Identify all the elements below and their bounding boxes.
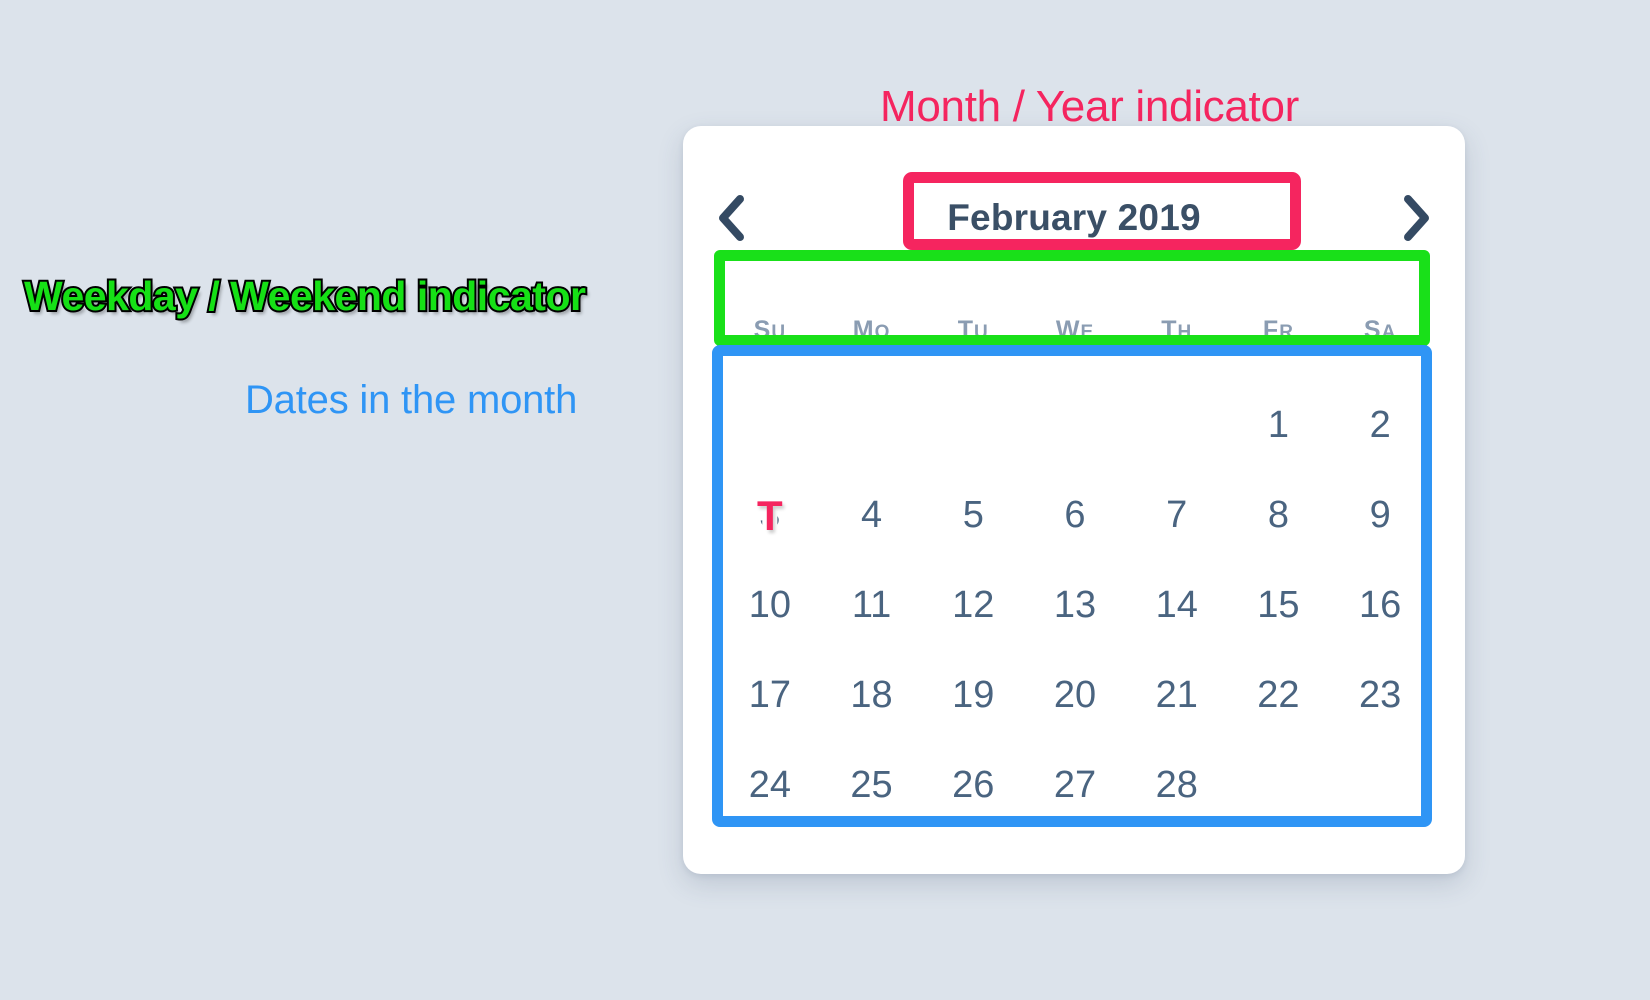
day-cell-empty	[1126, 380, 1228, 470]
weekday-initial: F	[1262, 315, 1280, 344]
day-cell[interactable]: 2	[1329, 380, 1431, 470]
day-cell[interactable]: 23	[1329, 650, 1431, 740]
weekday-header-row: SU MO TU WE TH FR SA	[719, 284, 1431, 376]
day-cell[interactable]: 6	[1024, 470, 1126, 560]
day-cell[interactable]: 7	[1126, 470, 1228, 560]
day-cell[interactable]: 9	[1329, 470, 1431, 560]
day-cell-empty	[1228, 740, 1330, 830]
weekday-initial: T	[1161, 315, 1178, 344]
day-cell[interactable]: 8	[1228, 470, 1330, 560]
weekday-second-letter: U	[771, 321, 787, 343]
day-cell[interactable]: 21	[1126, 650, 1228, 740]
day-cell[interactable]: 22	[1228, 650, 1330, 740]
weekday-second-letter: H	[1177, 321, 1193, 343]
day-cell[interactable]: 16	[1329, 560, 1431, 650]
weekday-second-letter: E	[1080, 321, 1095, 343]
screenshot-canvas: Month / Year indicator Weekday / Weekend…	[0, 0, 1650, 1000]
day-cell-empty	[1329, 740, 1431, 830]
weekday-header-sa: SA	[1329, 316, 1431, 345]
day-cell[interactable]: 17	[719, 650, 821, 740]
weekday-second-letter: U	[974, 321, 989, 343]
weekday-header-tu: TU	[922, 316, 1024, 345]
day-cell[interactable]: 28	[1126, 740, 1228, 830]
next-month-button[interactable]	[1369, 162, 1465, 274]
day-cell[interactable]: 11	[821, 560, 923, 650]
weekday-header-th: TH	[1126, 316, 1228, 345]
day-cell[interactable]: 1	[1228, 380, 1330, 470]
chevron-right-icon	[1400, 193, 1434, 243]
day-cell-empty	[719, 380, 821, 470]
day-cell-empty	[1024, 380, 1126, 470]
day-cell[interactable]: 20	[1024, 650, 1126, 740]
annotation-label-dates: Dates in the month	[245, 378, 578, 422]
weekday-initial: S	[1363, 315, 1382, 344]
day-cell[interactable]: 24	[719, 740, 821, 830]
weekday-header-su: SU	[719, 316, 821, 345]
day-cell[interactable]: 27	[1024, 740, 1126, 830]
day-cell[interactable]: 18	[821, 650, 923, 740]
annotation-label-month-year: Month / Year indicator	[880, 82, 1300, 131]
weekday-header-we: WE	[1024, 316, 1126, 345]
day-cell[interactable]: 26	[922, 740, 1024, 830]
weekday-initial: S	[753, 315, 772, 344]
day-number: 3	[759, 493, 781, 536]
day-cell-empty	[922, 380, 1024, 470]
weekday-header-mo: MO	[821, 316, 923, 345]
weekday-second-letter: A	[1381, 321, 1397, 343]
weekday-initial: M	[852, 315, 875, 344]
day-cell[interactable]: 4	[821, 470, 923, 560]
calendar-header: February 2019	[683, 162, 1465, 274]
dates-grid: 1 2 3 T 4 5 6 7 8 9 10 11 12 13 14 15 16…	[719, 380, 1431, 830]
chevron-left-icon	[714, 193, 748, 243]
month-year-container: February 2019	[779, 197, 1369, 239]
day-cell[interactable]: 13	[1024, 560, 1126, 650]
weekday-initial: T	[957, 315, 975, 344]
day-cell-empty	[821, 380, 923, 470]
day-cell[interactable]: 19	[922, 650, 1024, 740]
day-cell[interactable]: 10	[719, 560, 821, 650]
day-cell[interactable]: 14	[1126, 560, 1228, 650]
day-cell[interactable]: 12	[922, 560, 1024, 650]
day-cell[interactable]: 5	[922, 470, 1024, 560]
weekday-second-letter: R	[1279, 321, 1294, 343]
day-cell-today[interactable]: 3 T	[719, 470, 821, 560]
month-year-label[interactable]: February 2019	[947, 197, 1201, 239]
previous-month-button[interactable]	[683, 162, 779, 274]
day-cell[interactable]: 25	[821, 740, 923, 830]
annotation-label-weekday-weekend: Weekday / Weekend indicator	[22, 271, 588, 321]
calendar-card: February 2019 SU MO TU WE TH FR SA 1 2 3…	[683, 126, 1465, 874]
day-cell[interactable]: 15	[1228, 560, 1330, 650]
weekday-second-letter: O	[874, 321, 891, 343]
weekday-initial: W	[1055, 315, 1081, 344]
weekday-header-fr: FR	[1228, 316, 1330, 345]
